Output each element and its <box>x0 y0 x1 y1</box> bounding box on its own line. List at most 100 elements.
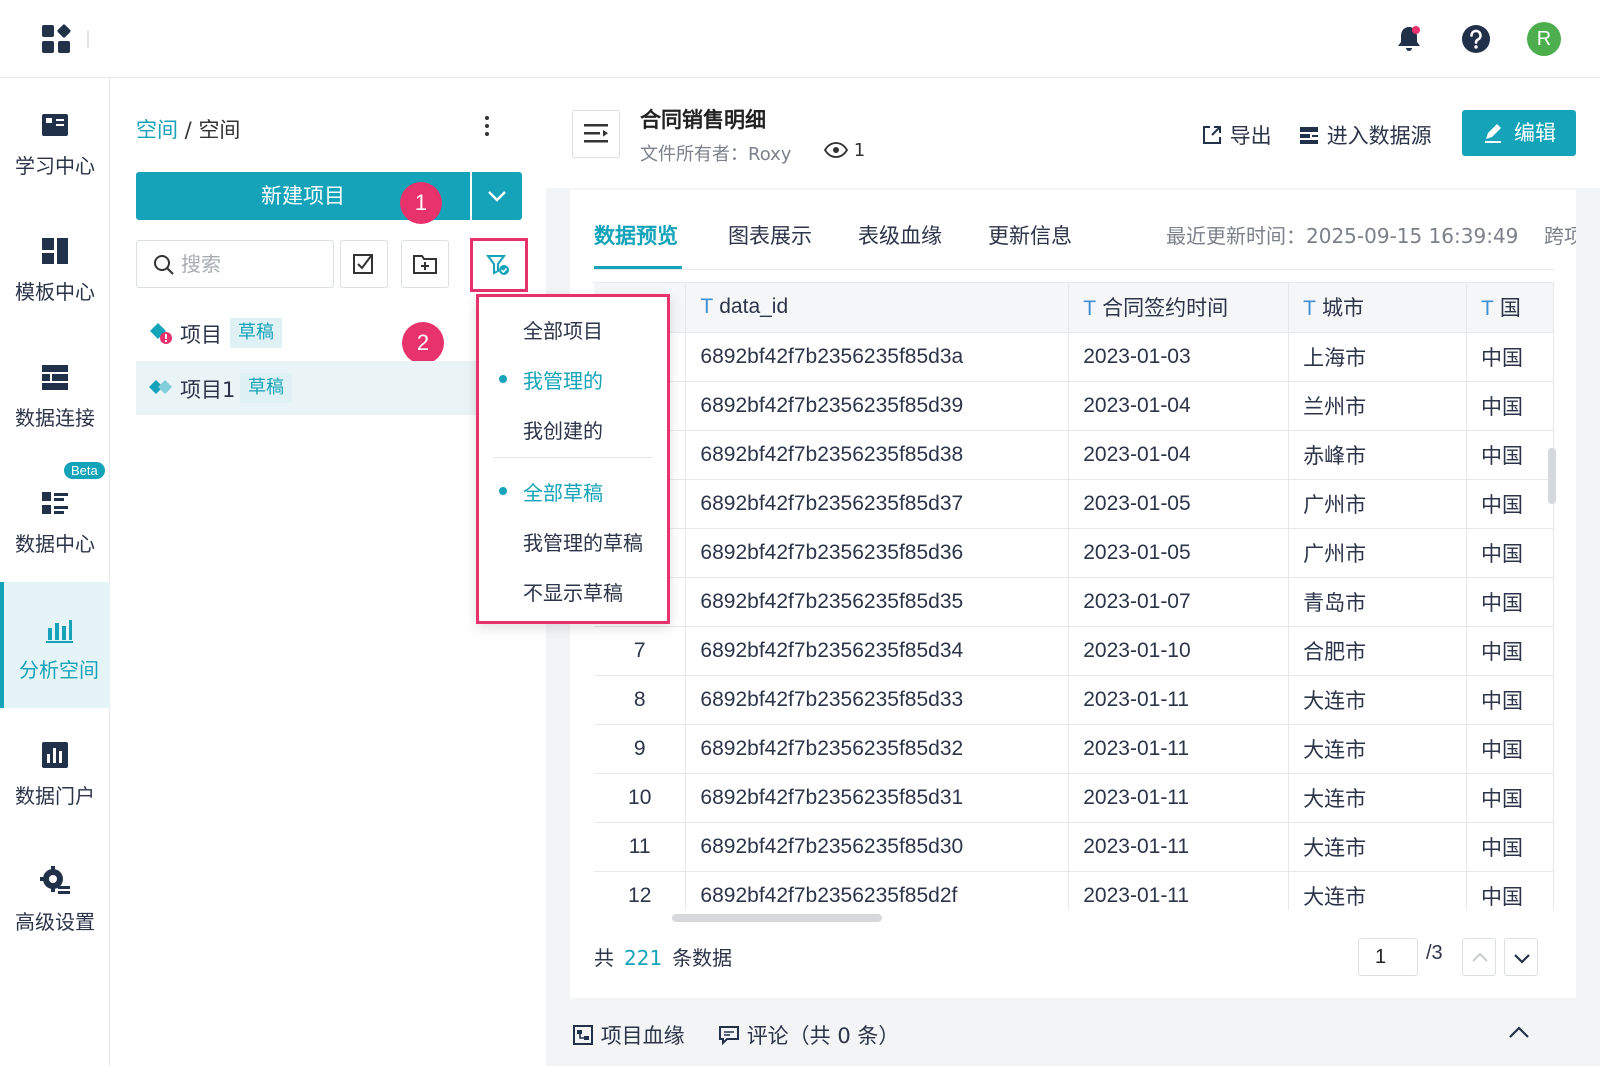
data-table: Tdata_id T合同签约时间 T城市 T国 16892bf42f7b2356… <box>594 282 1554 910</box>
row-index-cell: 7 <box>594 626 687 676</box>
menu-item-created-by-me[interactable]: 我创建的 <box>479 403 667 453</box>
nav-item-data-portal[interactable]: 数据门户 <box>0 708 110 834</box>
text-type-icon: T <box>1303 297 1316 321</box>
tab-update-info[interactable]: 更新信息 <box>988 220 1072 250</box>
export-button[interactable]: 导出 <box>1201 120 1272 150</box>
page-total: /3 <box>1426 942 1443 964</box>
table-cell: 6892bf42f7b2356235f85d36 <box>685 528 1070 578</box>
project-icon <box>149 380 172 394</box>
analysis-icon <box>46 620 73 643</box>
table-row[interactable]: 26892bf42f7b2356235f85d392023-01-04兰州市中国 <box>594 381 1554 431</box>
table-row[interactable]: 7 6892bf42f7b2356235f85d34 2023-01-10 合肥市 中国 <box>594 626 1554 676</box>
menu-item-hide-drafts[interactable]: 不显示草稿 <box>479 565 667 615</box>
table-cell: 大连市 <box>1288 871 1467 910</box>
search-field[interactable] <box>136 240 334 288</box>
batch-select-button[interactable] <box>340 240 388 288</box>
comments-button[interactable]: 评论（共 0 条） <box>718 1020 899 1050</box>
table-row[interactable]: 16892bf42f7b2356235f85d3a2023-01-03上海市中国 <box>594 332 1554 382</box>
column-header-data-id[interactable]: Tdata_id <box>685 283 1070 333</box>
text-type-icon: T <box>1481 297 1494 321</box>
row-index-cell: 8 <box>594 675 687 725</box>
row-index-cell: 11 <box>594 822 687 872</box>
new-project-dropdown-button[interactable] <box>472 172 522 220</box>
column-header-sign-date[interactable]: T 合同签约时间 <box>1068 283 1290 333</box>
more-options-icon[interactable] <box>483 114 491 138</box>
nav-item-advanced-settings[interactable]: 高级设置 <box>0 834 110 960</box>
breadcrumb-link-space[interactable]: 空间 <box>136 118 178 142</box>
selected-dot <box>499 375 507 383</box>
table-cell: 6892bf42f7b2356235f85d39 <box>685 381 1070 431</box>
tab-chart-display[interactable]: 图表展示 <box>728 220 812 250</box>
chevron-down-icon <box>488 191 506 202</box>
comment-icon <box>719 1026 739 1046</box>
total-count: 共 221 条数据 <box>594 946 733 970</box>
step-badge-1: 1 <box>400 182 442 224</box>
table-cell: 大连市 <box>1288 773 1467 823</box>
open-datasource-button[interactable]: 进入数据源 <box>1298 120 1432 150</box>
table-cell: 中国 <box>1466 773 1554 823</box>
cross-project-label: 跨项 <box>1544 224 1576 248</box>
table-cell: 上海市 <box>1288 332 1467 382</box>
table-row[interactable]: 56892bf42f7b2356235f85d362023-01-05广州市中国 <box>594 528 1554 578</box>
vertical-scrollbar[interactable] <box>1548 448 1556 504</box>
table-cell: 6892bf42f7b2356235f85d3a <box>685 332 1070 382</box>
table-row[interactable]: 66892bf42f7b2356235f85d352023-01-07青岛市中国 <box>594 577 1554 627</box>
search-input[interactable] <box>181 251 321 277</box>
menu-item-managed-by-me[interactable]: 我管理的 <box>479 353 667 403</box>
tab-table-lineage[interactable]: 表级血缘 <box>858 220 942 250</box>
toggle-outline-button[interactable] <box>572 110 620 158</box>
table-row[interactable]: 9 6892bf42f7b2356235f85d32 2023-01-11 大连市 中国 <box>594 724 1554 774</box>
portal-icon <box>42 742 68 768</box>
table-row[interactable]: 12 6892bf42f7b2356235f85d2f 2023-01-11 大连市中… <box>594 871 1554 910</box>
column-header-city[interactable]: T 城市 <box>1288 283 1467 333</box>
tab-data-preview[interactable]: 数据预览 <box>594 220 678 250</box>
filter-icon <box>486 255 509 275</box>
chevron-up-icon[interactable] <box>1506 1022 1532 1044</box>
horizontal-scrollbar[interactable] <box>672 914 882 922</box>
menu-item-my-managed-drafts[interactable]: 我管理的草稿 <box>479 515 667 565</box>
user-avatar[interactable]: R <box>1527 22 1561 56</box>
table-row[interactable]: 11 6892bf42f7b2356235f85d30 2023-01-11 大连市中… <box>594 822 1554 872</box>
nav-item-data-connection[interactable]: 数据连接 <box>0 330 110 456</box>
table-cell: 6892bf42f7b2356235f85d34 <box>685 626 1070 676</box>
draft-tag: 草稿 <box>230 318 282 348</box>
table-row[interactable]: 8 6892bf42f7b2356235f85d33 2023-01-11 大连市 中国 <box>594 675 1554 725</box>
nav-item-analysis-space[interactable]: 分析空间 <box>0 582 110 708</box>
table-cell: 中国 <box>1466 332 1554 382</box>
table-row[interactable]: 36892bf42f7b2356235f85d382023-01-04赤峰市中国 <box>594 430 1554 480</box>
table-cell: 中国 <box>1466 675 1554 725</box>
table-cell: 2023-01-11 <box>1068 724 1290 774</box>
table-cell: 中国 <box>1466 724 1554 774</box>
table-cell: 兰州市 <box>1288 381 1467 431</box>
table-cell: 2023-01-11 <box>1068 871 1290 910</box>
new-folder-button[interactable] <box>401 240 449 288</box>
page-number-input[interactable] <box>1358 938 1418 976</box>
breadcrumb: 空间 / 空间 <box>136 114 240 144</box>
tree-item-label: 项目1 <box>180 378 236 402</box>
table-cell: 大连市 <box>1288 675 1467 725</box>
datasource-icon <box>1300 127 1318 144</box>
table-row[interactable]: 46892bf42f7b2356235f85d372023-01-05广州市中国 <box>594 479 1554 529</box>
prev-page-button[interactable] <box>1462 938 1496 976</box>
nav-item-learning[interactable]: 学习中心 <box>0 78 110 204</box>
edit-pen-icon <box>1485 124 1501 143</box>
help-icon[interactable] <box>1459 22 1493 56</box>
nav-item-templates[interactable]: 模板中心 <box>0 204 110 330</box>
bell-icon[interactable] <box>1392 22 1426 56</box>
nav-item-data-center[interactable]: Beta 数据中心 <box>0 456 110 582</box>
text-type-icon: T <box>1083 297 1097 321</box>
table-row[interactable]: 10 6892bf42f7b2356235f85d31 2023-01-11 大连市中… <box>594 773 1554 823</box>
draft-tag: 草稿 <box>240 373 292 403</box>
filter-button-highlight[interactable] <box>470 238 528 292</box>
table-cell: 2023-01-04 <box>1068 381 1290 431</box>
menu-item-all-drafts[interactable]: 全部草稿 <box>479 465 667 515</box>
menu-item-all-projects[interactable]: 全部项目 <box>479 303 667 353</box>
table-cell: 赤峰市 <box>1288 430 1467 480</box>
apps-icon[interactable] <box>42 23 72 53</box>
edit-button[interactable]: 编辑 <box>1462 110 1576 156</box>
project-lineage-button[interactable]: 项目血缘 <box>572 1020 685 1050</box>
data-panel: 数据预览 图表展示 表级血缘 更新信息 最近更新时间：2025-09-15 16… <box>570 190 1576 998</box>
next-page-button[interactable] <box>1504 938 1538 976</box>
table-cell: 大连市 <box>1288 822 1467 872</box>
column-header-country[interactable]: T国 <box>1466 283 1554 333</box>
